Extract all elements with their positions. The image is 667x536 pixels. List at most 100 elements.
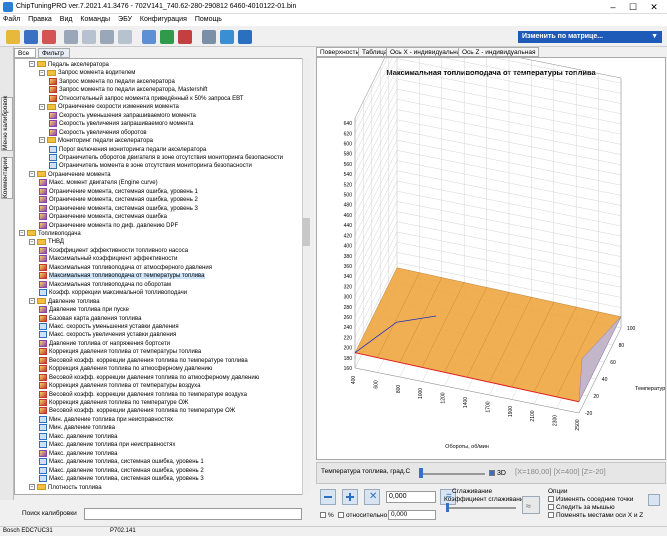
surface-chart[interactable]: Максимальная топливоподача от температур… <box>317 32 667 459</box>
tree-item[interactable]: Макс. скорость уменьшения уставки давлен… <box>39 322 179 331</box>
menu-view[interactable]: Вид <box>57 14 76 23</box>
smoothing-slider-thumb[interactable] <box>446 503 449 512</box>
tree-folder[interactable]: − Топливоподача <box>19 230 81 238</box>
tree-item[interactable]: Макс. давление топлива, системная ошибка… <box>39 475 204 483</box>
follow-mouse-checkbox[interactable] <box>548 504 554 511</box>
tab-calibration-menu[interactable]: Меню калибровок <box>1 96 13 151</box>
relative-checkbox[interactable] <box>338 512 344 519</box>
tree-item[interactable]: Запрос момента по педали акселератора, M… <box>49 86 207 94</box>
open-folder-icon[interactable] <box>6 30 20 44</box>
tree-item[interactable]: Коэффициент эффективности топливного нас… <box>39 246 188 255</box>
collapse-icon[interactable]: − <box>29 238 35 245</box>
tree-item[interactable]: Максимальный коэффициент эффективности <box>39 255 177 263</box>
tab-filter[interactable]: Фильтр <box>38 48 70 58</box>
close-file-icon[interactable] <box>42 30 56 44</box>
3d-checkbox[interactable] <box>489 470 495 477</box>
collapse-icon[interactable]: − <box>29 483 35 490</box>
tree-scrollbar[interactable] <box>302 58 310 495</box>
menu-help[interactable]: Помощь <box>192 14 225 23</box>
tree-item[interactable]: Коррекция давления топлива по атмосферно… <box>39 365 212 373</box>
smooth-button[interactable]: ≈ <box>522 496 540 514</box>
tree-scrollbar-thumb[interactable] <box>302 218 310 246</box>
tree-folder[interactable]: − Запрос момента водителем <box>39 69 135 77</box>
tree-item[interactable]: Относительный запрос момента приведённый… <box>49 94 243 103</box>
swap-axes-checkbox[interactable] <box>548 512 554 519</box>
tree-item[interactable]: Коррекция давления топлива по температур… <box>39 399 188 407</box>
collapse-icon[interactable]: − <box>39 103 45 110</box>
tree-item[interactable]: Максимальная топливоподача по оборотам <box>39 280 171 289</box>
copy-icon[interactable] <box>64 30 78 44</box>
tree-item[interactable]: Давление топлива при пуске <box>39 306 129 314</box>
tree-item[interactable]: Коэфф. коррекции максимальной топливопод… <box>39 289 187 297</box>
tree-item[interactable]: Порог включения мониторинга педали аксел… <box>49 145 206 154</box>
tree-item[interactable]: Коррекция давления топлива от температур… <box>39 382 200 390</box>
tree-item[interactable]: Макс. давление топлива <box>39 432 117 441</box>
minimize-button[interactable]: – <box>604 1 622 13</box>
tree-item[interactable]: Максимальная топливоподача от атмосферно… <box>39 263 212 272</box>
value-input[interactable]: 0,000 <box>386 491 436 503</box>
collapse-icon[interactable]: − <box>19 230 25 237</box>
close-button[interactable]: ✕ <box>645 1 663 13</box>
multiply-button[interactable]: ✕ <box>364 489 380 505</box>
tree-item[interactable]: Макс. момент двигателя (Engine curve) <box>39 179 158 187</box>
collapse-icon[interactable]: − <box>29 298 35 305</box>
tree-item[interactable]: Мин. давление топлива <box>39 424 115 432</box>
tree-item[interactable]: Давление топлива от напряжения бортсети <box>39 339 170 348</box>
tree-item[interactable]: Скорость увеличения запрашиваемого момен… <box>49 120 193 128</box>
tree-item[interactable]: Ограничение момента, системная ошибка, у… <box>39 187 198 196</box>
tree-item[interactable]: Скорость увеличения оборотов <box>49 128 147 137</box>
smoothing-slider[interactable] <box>446 507 516 509</box>
tree-item[interactable]: Ограничитель момента в зоне отсутствия м… <box>49 162 252 170</box>
redo-icon[interactable] <box>118 30 132 44</box>
temperature-slider-thumb[interactable] <box>419 468 423 478</box>
collapse-icon[interactable]: − <box>29 61 35 68</box>
undo-icon[interactable] <box>100 30 114 44</box>
tree-item[interactable]: Ограничение момента, системная ошибка, у… <box>39 204 198 213</box>
tab-surface[interactable]: Поверхность <box>316 47 363 57</box>
menu-file[interactable]: Файл <box>0 14 23 23</box>
tree-item[interactable]: Весовой коэфф. коррекции давления топлив… <box>39 390 247 399</box>
tree-item[interactable]: Макс. давление топлива, системная ошибка… <box>39 458 204 466</box>
menu-edit[interactable]: Правка <box>25 14 55 23</box>
tree-item[interactable]: Весовой коэфф. коррекции давления топлив… <box>39 373 259 382</box>
tree-item[interactable]: Макс. скорость увеличения уставки давлен… <box>39 331 176 339</box>
menu-commands[interactable]: Команды <box>77 14 113 23</box>
tab-all[interactable]: Все <box>14 48 36 58</box>
tree-item[interactable]: Запрос момента по педали акселератора <box>49 77 175 86</box>
tree-folder[interactable]: − ТНВД <box>29 238 64 246</box>
menu-ecu[interactable]: ЭБУ <box>115 14 135 23</box>
minus-button[interactable] <box>320 489 336 505</box>
tree-folder[interactable]: − Мониторинг педали акселератора <box>39 137 153 145</box>
percent-checkbox[interactable] <box>320 512 326 519</box>
tree-item[interactable]: Коррекция давления топлива от температур… <box>39 348 201 356</box>
neighbors-checkbox[interactable] <box>548 496 554 503</box>
ecu-icon[interactable] <box>178 30 192 44</box>
tree-item[interactable]: Весовой коэфф. коррекции давления топлив… <box>39 356 248 365</box>
tree-folder[interactable]: − Ограничение момента <box>29 171 111 179</box>
tree-item[interactable]: Весовой коэфф. коррекции давления топлив… <box>39 407 235 415</box>
tab-axis-z[interactable]: Ось Z - индивидуальная <box>458 47 540 57</box>
maximize-button[interactable]: ☐ <box>624 1 642 13</box>
update-icon[interactable] <box>220 30 234 44</box>
plus-button[interactable] <box>342 489 358 505</box>
tree-folder[interactable]: − Давление топлива <box>29 298 100 306</box>
tree-item[interactable]: Ограничение момента, системная ошибка, у… <box>39 196 198 204</box>
tree-item[interactable]: Максимальная топливоподача от температур… <box>39 272 205 280</box>
tree-item[interactable]: Базовая карта давления топлива <box>39 314 141 323</box>
paste-icon[interactable] <box>82 30 96 44</box>
surface-plot-panel[interactable]: Максимальная топливоподача от температур… <box>316 32 667 460</box>
tools-icon[interactable] <box>202 30 216 44</box>
menu-config[interactable]: Конфигурация <box>137 14 190 23</box>
tree-item[interactable]: Ограничитель оборотов двигателя в зоне о… <box>49 153 283 162</box>
tree-folder[interactable]: − Педаль акселератора <box>29 61 109 69</box>
search-input[interactable] <box>84 508 302 520</box>
help-icon[interactable] <box>238 30 252 44</box>
temperature-slider[interactable] <box>419 473 485 475</box>
tree-item[interactable]: Мин. давление топлива при неисправностях <box>39 415 173 424</box>
save-icon[interactable] <box>24 30 38 44</box>
compare-icon[interactable] <box>142 30 156 44</box>
relative-input[interactable]: 0,000 <box>388 510 436 520</box>
grid-view-icon[interactable] <box>648 494 660 506</box>
tree-item[interactable]: Макс. давление топлива, системная ошибка… <box>39 466 204 475</box>
tree-item[interactable]: Макс. давление топлива <box>39 449 117 458</box>
